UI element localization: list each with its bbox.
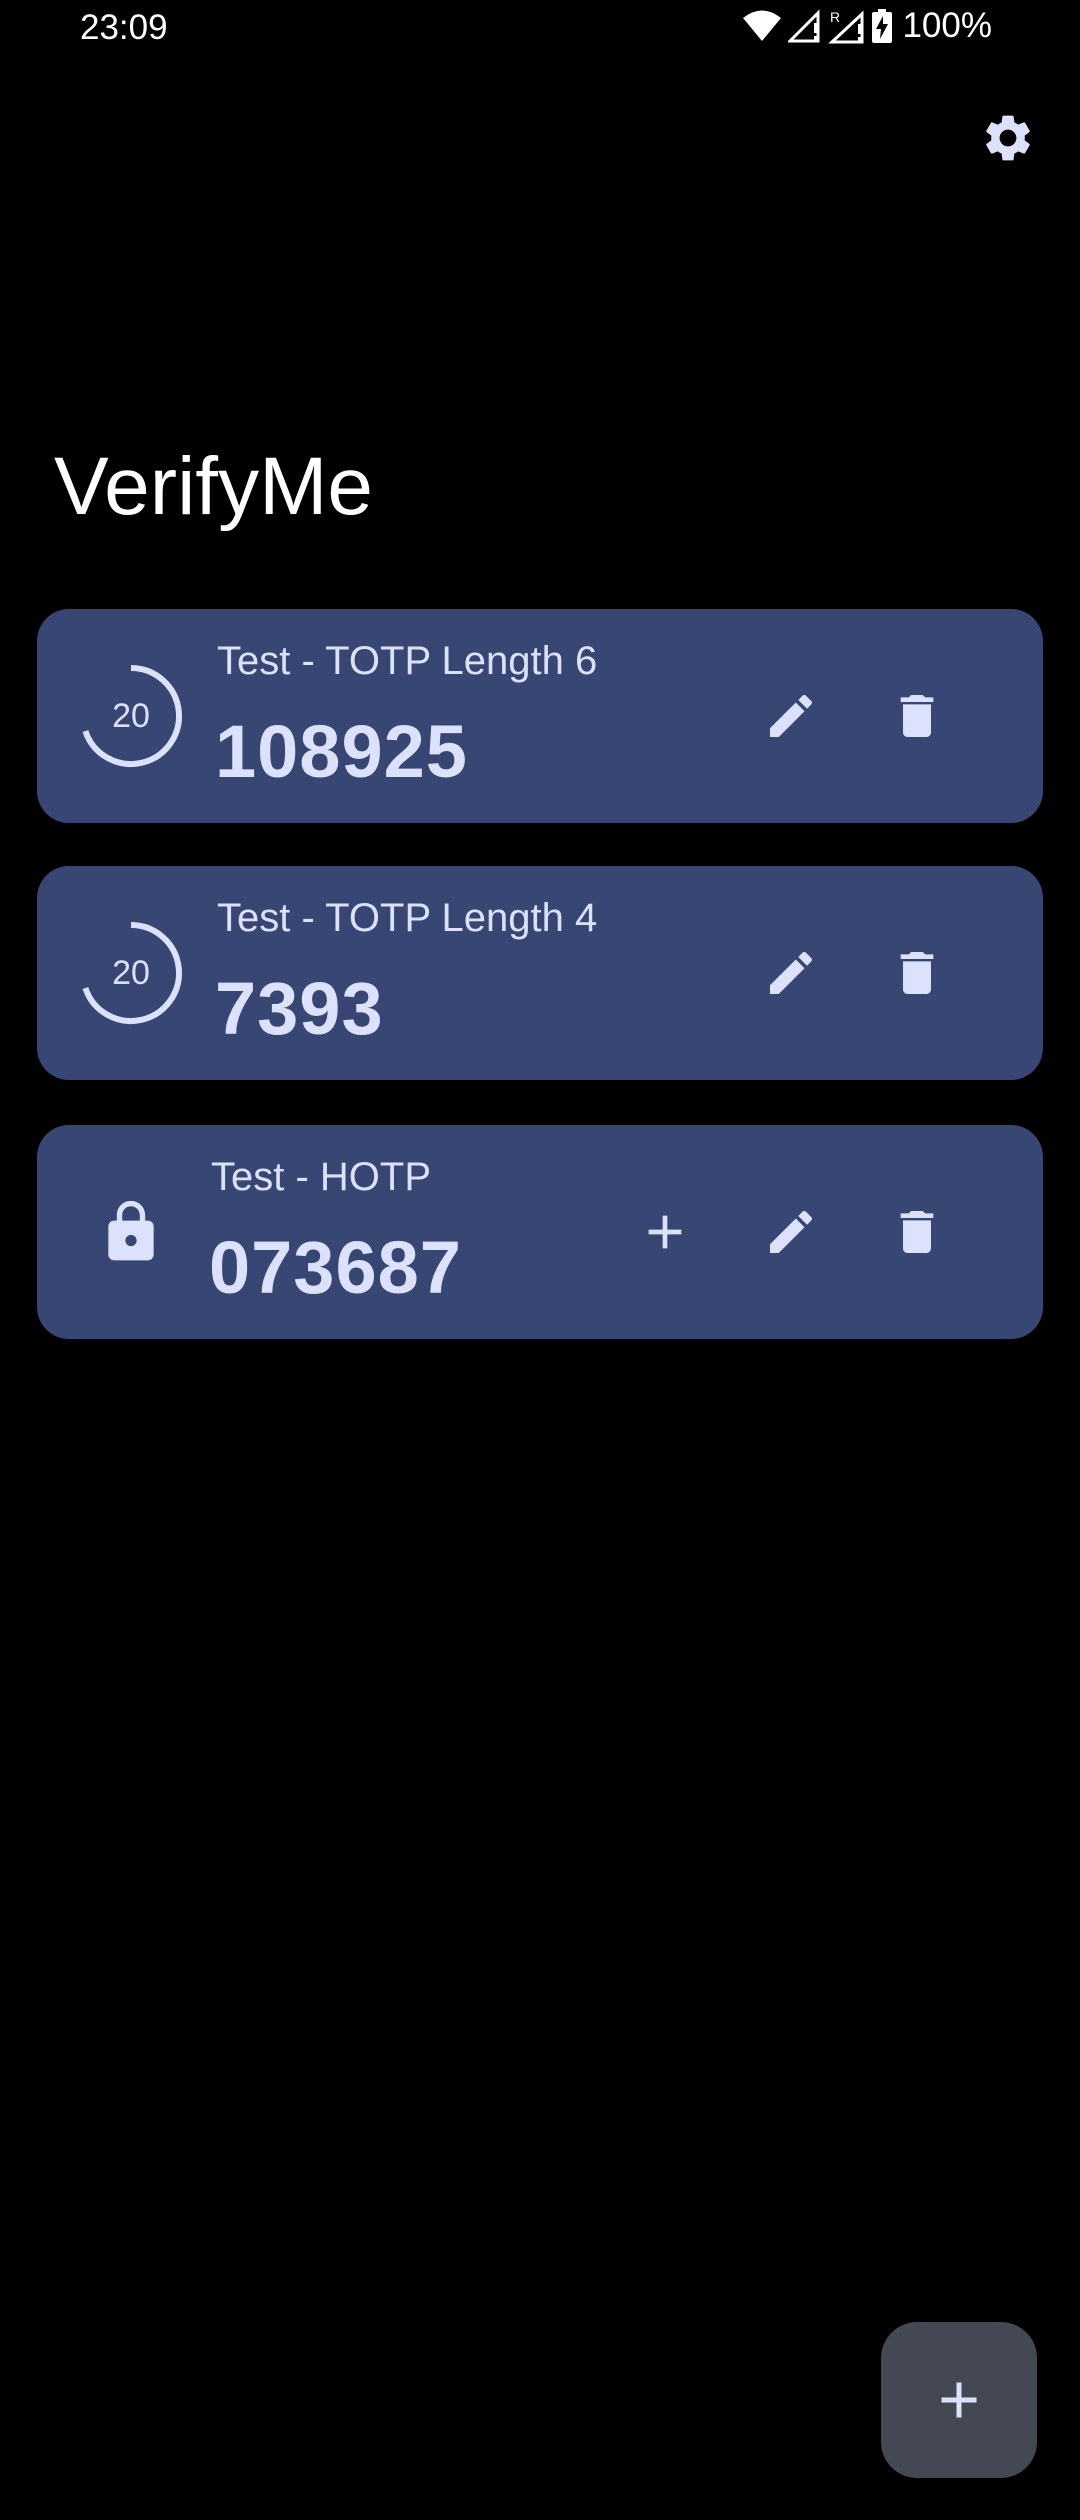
token-name: Test - TOTP Length 6 <box>217 639 598 683</box>
gear-icon <box>986 115 1030 161</box>
edit-button[interactable] <box>751 676 831 756</box>
app-title: VerifyMe <box>54 441 373 532</box>
app-screen: 23:09 R 100% VerifyMe 20 Test - TOTP Len… <box>0 0 1080 2520</box>
increment-counter-button[interactable] <box>625 1192 705 1272</box>
countdown-timer: 20 <box>77 662 185 770</box>
pencil-icon <box>770 694 813 737</box>
plus-icon <box>941 2382 977 2418</box>
battery-percentage: 100% <box>902 6 992 45</box>
token-card[interactable]: Test - HOTP 073687 <box>37 1125 1043 1339</box>
svg-text:R: R <box>830 9 840 25</box>
pencil-icon <box>770 1210 813 1253</box>
status-bar: 23:09 R 100% <box>0 0 1080 56</box>
edit-button[interactable] <box>751 1192 831 1272</box>
pencil-icon <box>770 951 813 994</box>
countdown-timer: 20 <box>77 919 185 1027</box>
add-token-button[interactable] <box>881 2322 1037 2478</box>
wifi-icon <box>743 10 782 41</box>
delete-button[interactable] <box>877 933 957 1013</box>
token-code[interactable]: 7393 <box>215 966 384 1051</box>
signal-roaming-icon: R <box>828 9 864 44</box>
token-code[interactable]: 108925 <box>215 709 468 794</box>
trash-icon <box>900 1211 934 1253</box>
edit-button[interactable] <box>751 933 831 1013</box>
trash-icon <box>900 952 934 994</box>
trash-icon <box>900 695 934 737</box>
battery-charging-icon <box>872 9 893 43</box>
settings-button[interactable] <box>976 106 1040 170</box>
status-time: 23:09 <box>80 8 168 47</box>
token-name: Test - TOTP Length 4 <box>217 896 598 940</box>
token-card[interactable]: 20 Test - TOTP Length 6 108925 <box>37 609 1043 823</box>
delete-button[interactable] <box>877 1192 957 1272</box>
status-icons: R 100% <box>742 6 992 46</box>
token-card[interactable]: 20 Test - TOTP Length 4 7393 <box>37 866 1043 1080</box>
token-name: Test - HOTP <box>211 1155 432 1199</box>
countdown-seconds: 20 <box>112 696 150 735</box>
delete-button[interactable] <box>877 676 957 756</box>
signal-icon <box>788 9 820 43</box>
token-code[interactable]: 073687 <box>209 1225 462 1310</box>
plus-icon <box>648 1215 682 1249</box>
countdown-seconds: 20 <box>112 953 150 992</box>
lock-icon <box>97 1198 165 1266</box>
